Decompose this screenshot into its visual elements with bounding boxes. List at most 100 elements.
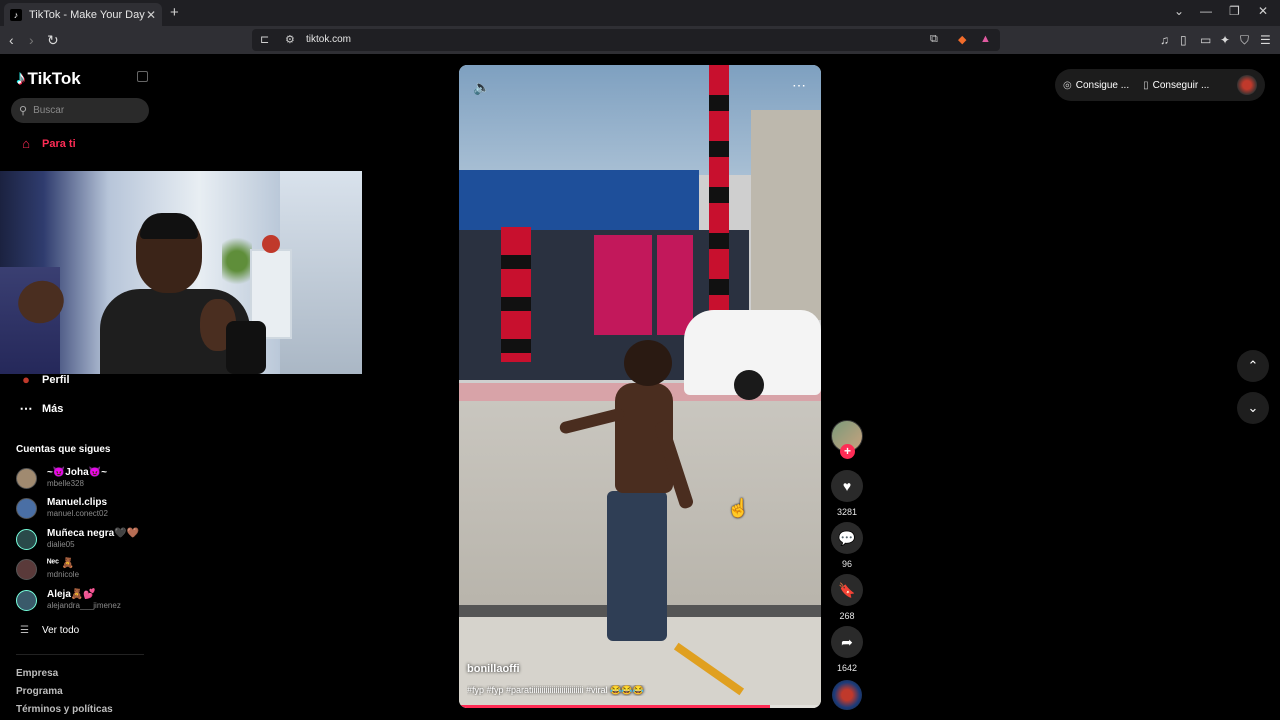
browser-tab[interactable]: ♪ TikTok - Make Your Day ✕ xyxy=(4,3,162,26)
nav-label: Más xyxy=(42,403,64,415)
avatar xyxy=(16,558,37,580)
nav-item-para-ti[interactable]: ⌂ Para ti xyxy=(16,136,76,151)
previous-video-button[interactable]: ⌃ xyxy=(1237,350,1269,382)
forward-icon[interactable]: › xyxy=(29,32,34,48)
url-text[interactable]: tiktok.com xyxy=(306,34,351,45)
user-avatar[interactable] xyxy=(1237,75,1257,95)
avatar xyxy=(16,497,37,519)
share-arrow-icon: ➦ xyxy=(841,633,853,650)
get-app-label: Conseguir ... xyxy=(1152,79,1210,91)
save-button[interactable]: 🔖 xyxy=(831,574,863,606)
comment-icon: 💬 xyxy=(838,529,856,546)
coin-icon: ◎ xyxy=(1063,79,1072,91)
nav-label: Perfil xyxy=(42,373,70,386)
close-window-icon[interactable]: ✕ xyxy=(1258,4,1268,18)
nav-label: Para ti xyxy=(42,137,76,150)
see-all-link[interactable]: ☰ Ver todo xyxy=(20,625,79,636)
share-button[interactable]: ➦ xyxy=(831,626,863,658)
footer-link-terminos[interactable]: Términos y políticas xyxy=(16,704,113,715)
search-box[interactable]: ⚲ xyxy=(11,98,149,123)
vpn-shield-icon[interactable]: ⛉ xyxy=(1240,32,1249,48)
menu-icon[interactable]: ☰ xyxy=(1260,32,1271,48)
logo-text: TikTok xyxy=(27,69,81,88)
minimize-icon[interactable]: — xyxy=(1200,4,1212,18)
share-count: 1642 xyxy=(836,663,858,673)
home-icon: ⌂ xyxy=(22,136,30,151)
tiktok-note-icon: ♪ xyxy=(16,68,26,89)
chevron-down-icon: ⌄ xyxy=(1247,400,1259,415)
following-account[interactable]: ᴺᵉᶜ 🧸 mdnicole xyxy=(16,558,79,580)
divider xyxy=(16,654,144,655)
account-name: Muñeca negra🖤🤎 xyxy=(47,528,140,539)
account-name: Aleja🧸💕 xyxy=(47,589,96,600)
account-name: ~😈Joha😈~ xyxy=(47,467,107,478)
browser-tabbar: ♪ TikTok - Make Your Day ✕ + ⌄ — ❐ ✕ xyxy=(0,0,1280,26)
volume-icon[interactable]: 🔈 xyxy=(473,79,490,96)
webcam-overlay xyxy=(0,171,362,374)
account-handle: alejandra___jimenez xyxy=(47,601,121,610)
brave-shield-icon[interactable]: ◆ xyxy=(958,33,966,46)
get-app-button[interactable]: ▯ Conseguir ... xyxy=(1143,80,1209,91)
new-tab-icon[interactable]: + xyxy=(170,4,179,21)
back-icon[interactable]: ‹ xyxy=(9,32,14,48)
search-icon: ⚲ xyxy=(19,105,28,117)
following-account[interactable]: Aleja🧸💕 alejandra___jimenez xyxy=(16,589,121,611)
see-all-label: Ver todo xyxy=(41,625,80,636)
avatar xyxy=(16,589,37,611)
browser-navbar: ‹ › ↻ ⊏ ⚙ tiktok.com ⧉ ◆ ▲ ♫ ▯ ▭ ✦ ⛉ ☰ xyxy=(0,26,1280,54)
following-account[interactable]: Manuel.clips manuel.conect02 xyxy=(16,497,108,519)
video-author[interactable]: bonillaoffi xyxy=(467,663,520,675)
search-input[interactable] xyxy=(33,105,134,116)
following-account[interactable]: ~😈Joha😈~ mbelle328 xyxy=(16,467,107,489)
tiktok-page: ♪ TikTok ⚲ ⌂ Para ti ● Perfil ⋯ Más Cuen… xyxy=(0,54,1280,720)
nav-item-mas[interactable]: ⋯ Más xyxy=(16,401,64,417)
get-coins-button[interactable]: ◎ Consigue ... xyxy=(1063,80,1129,91)
media-icon[interactable]: ♫ xyxy=(1160,32,1169,48)
top-right-actions: ◎ Consigue ... ▯ Conseguir ... xyxy=(1055,69,1265,101)
address-bar[interactable]: ⊏ ⚙ tiktok.com ⧉ ◆ ▲ xyxy=(252,29,1000,51)
more-options-icon[interactable]: ⋯ xyxy=(792,77,807,94)
account-name: Manuel.clips xyxy=(47,497,108,508)
video-progress-fill xyxy=(459,705,771,708)
comment-button[interactable]: 💬 xyxy=(831,522,863,554)
video-progress-bar[interactable] xyxy=(459,705,821,708)
account-handle: mbelle328 xyxy=(47,479,84,488)
avatar xyxy=(16,528,37,550)
following-title: Cuentas que sigues xyxy=(16,444,111,455)
translate-icon[interactable]: ⧉ xyxy=(930,33,938,46)
rewards-icon[interactable]: ▲ xyxy=(980,33,991,45)
account-handle: mdnicole xyxy=(47,570,80,579)
like-button[interactable]: ♥ xyxy=(831,470,863,502)
more-dots-icon: ⋯ xyxy=(19,401,33,416)
tiktok-logo[interactable]: ♪ TikTok xyxy=(16,68,81,90)
reload-icon[interactable]: ↻ xyxy=(47,32,59,48)
mouse-cursor-icon: ☝ xyxy=(727,498,750,518)
avatar xyxy=(16,467,37,489)
maximize-icon[interactable]: ❐ xyxy=(1229,4,1240,18)
ai-sparkle-icon[interactable]: ✦ xyxy=(1220,32,1230,48)
music-disc-icon[interactable] xyxy=(832,680,862,710)
footer-link-programa[interactable]: Programa xyxy=(16,686,63,697)
close-tab-icon[interactable]: ✕ xyxy=(146,8,156,22)
nav-item-perfil[interactable]: ● Perfil xyxy=(16,372,70,387)
like-count: 3281 xyxy=(836,507,858,517)
bookmark-icon[interactable]: ⊏ xyxy=(260,33,269,46)
account-handle: dialie05 xyxy=(47,540,75,549)
profile-icon: ● xyxy=(22,372,30,387)
bookmark-icon: 🔖 xyxy=(838,581,856,598)
wallet-icon[interactable]: ▭ xyxy=(1200,32,1211,48)
tab-list-chevron-icon[interactable]: ⌄ xyxy=(1174,4,1184,18)
account-name: ᴺᵉᶜ 🧸 xyxy=(47,558,75,569)
tab-title: TikTok - Make Your Day xyxy=(29,8,145,21)
sidebar-toggle-icon[interactable]: ▯ xyxy=(1180,32,1187,48)
site-info-icon[interactable]: ⚙ xyxy=(285,33,295,46)
footer-link-empresa[interactable]: Empresa xyxy=(16,668,58,679)
video-player[interactable]: 🔈 ⋯ bonillaoffi #fyp #fyp #paratiiiiiiii… xyxy=(459,65,821,708)
video-caption[interactable]: #fyp #fyp #paratiiiiiiiiiiiiiiiiiiiiiiii… xyxy=(467,685,812,696)
tiktok-favicon-icon: ♪ xyxy=(10,8,22,21)
next-video-button[interactable]: ⌄ xyxy=(1237,392,1269,424)
save-count: 268 xyxy=(839,611,855,621)
following-account[interactable]: Muñeca negra🖤🤎 dialie05 xyxy=(16,528,139,550)
collapse-sidebar-icon[interactable] xyxy=(137,71,148,82)
follow-plus-icon[interactable]: + xyxy=(840,444,855,459)
